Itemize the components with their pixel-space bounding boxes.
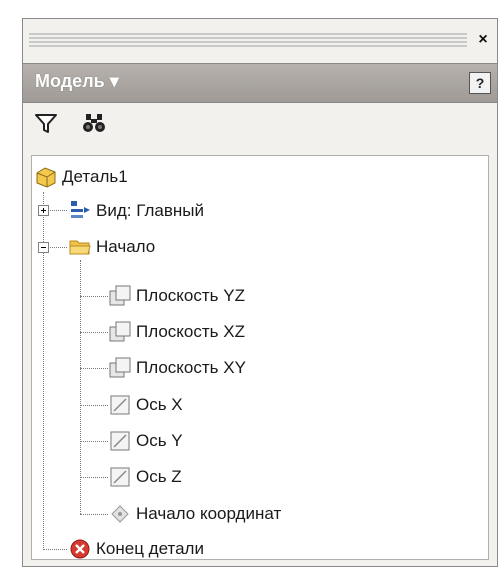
- axis-icon: [108, 465, 132, 489]
- view-icon: [68, 199, 92, 223]
- tree-item-label: Плоскость YZ: [136, 286, 245, 305]
- folder-icon: [68, 235, 92, 259]
- plane-icon: [108, 320, 132, 344]
- help-button[interactable]: ?: [469, 72, 491, 94]
- browser-dropdown[interactable]: Модель ▾: [35, 71, 119, 92]
- tree-item-view[interactable]: Вид: Главный: [68, 196, 204, 226]
- plane-icon: [108, 356, 132, 380]
- tree-item-label: Конец детали: [96, 539, 204, 558]
- model-tree: Деталь1 Вид: Главный Начало Плоскость YZ…: [31, 155, 489, 560]
- panel-grip[interactable]: [29, 33, 467, 47]
- tree-item-label: Плоскость XZ: [136, 322, 245, 341]
- axis-icon: [108, 429, 132, 453]
- tree-item-label: Начало координат: [136, 504, 282, 523]
- axis-icon: [108, 393, 132, 417]
- chevron-down-icon: ▾: [109, 71, 119, 91]
- filter-icon[interactable]: [33, 111, 59, 135]
- tree-item-label: Плоскость XY: [136, 358, 246, 377]
- tree-item-axis-z[interactable]: Ось Z: [108, 462, 182, 492]
- tree-item-center-point[interactable]: Начало координат: [108, 499, 281, 529]
- collapse-origin-toggle[interactable]: [38, 242, 49, 253]
- tree-item-plane-yz[interactable]: Плоскость YZ: [108, 281, 245, 311]
- tree-item-label: Ось Y: [136, 431, 183, 450]
- tree-item-axis-y[interactable]: Ось Y: [108, 426, 183, 456]
- plane-icon: [108, 284, 132, 308]
- tree-item-plane-xz[interactable]: Плоскость XZ: [108, 317, 245, 347]
- tree-item-label: Вид: Главный: [96, 201, 204, 220]
- model-browser-panel: × Модель ▾ ? Деталь1 Вид: Главный Начало…: [22, 18, 498, 567]
- tree-item-label: Начало: [96, 237, 156, 256]
- tree-item-origin[interactable]: Начало: [68, 232, 155, 262]
- tree-item-end-of-part[interactable]: Конец детали: [68, 534, 204, 564]
- tree-item-axis-x[interactable]: Ось X: [108, 390, 183, 420]
- part-icon: [34, 165, 58, 189]
- close-button[interactable]: ×: [475, 32, 491, 48]
- end-of-part-icon: [68, 537, 92, 561]
- binoculars-icon[interactable]: [81, 111, 107, 135]
- tree-item-label: Ось Z: [136, 467, 182, 486]
- browser-title: Модель: [35, 71, 105, 91]
- tree-item-label: Ось X: [136, 395, 183, 414]
- tree-item-part[interactable]: Деталь1: [34, 162, 128, 192]
- browser-toolbar: [23, 103, 497, 143]
- panel-header: Модель ▾ ?: [23, 63, 497, 103]
- tree-item-label: Деталь1: [62, 167, 128, 186]
- center-point-icon: [108, 502, 132, 526]
- expand-view-toggle[interactable]: [38, 205, 49, 216]
- tree-item-plane-xy[interactable]: Плоскость XY: [108, 353, 246, 383]
